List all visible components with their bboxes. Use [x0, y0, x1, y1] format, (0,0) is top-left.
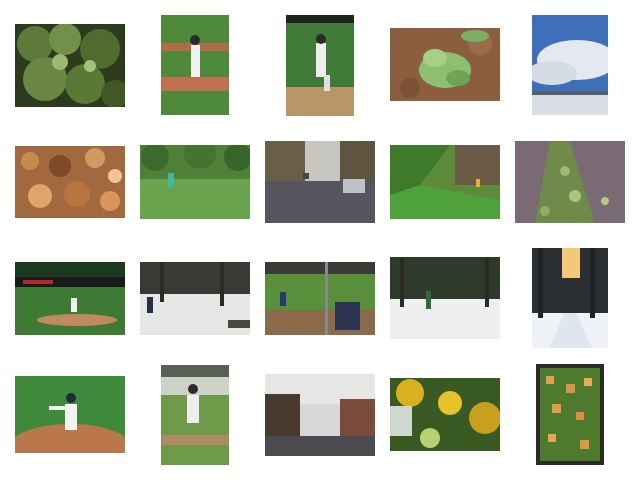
thumbnail-broccoli-closeup[interactable]: [15, 24, 125, 107]
thumbnail-pizza-closeup[interactable]: [15, 146, 125, 218]
thumbnail-cloudy-sky-over-snow[interactable]: [532, 15, 608, 115]
thumbnail-grassy-hillside[interactable]: [390, 145, 500, 219]
thumbnail-snowy-trees-walker[interactable]: [140, 262, 250, 335]
thumbnail-yellow-flowers-blur[interactable]: [390, 378, 500, 451]
thumbnail-tree-lined-street[interactable]: [265, 374, 375, 456]
thumbnail-street-with-cars[interactable]: [265, 141, 375, 223]
thumbnail-pizza-in-pan[interactable]: [536, 364, 604, 465]
thumbnail-pitcher-throwing[interactable]: [15, 376, 125, 453]
thumbnail-baseball-pitcher-on-mound[interactable]: [286, 15, 354, 116]
thumbnail-frisbee-player-in-park[interactable]: [140, 145, 250, 219]
thumbnail-snowy-forest-trail[interactable]: [532, 248, 608, 348]
thumbnail-skier-in-snowy-woods[interactable]: [390, 257, 500, 339]
thumbnail-baseball-player-standing[interactable]: [161, 15, 229, 115]
thumbnail-leaves-on-path[interactable]: [515, 141, 625, 223]
thumbnail-baseball-field-night[interactable]: [15, 262, 125, 335]
thumbnail-player-running-bases[interactable]: [161, 365, 229, 465]
thumbnail-leafy-plant-on-soil[interactable]: [390, 28, 500, 101]
thumbnail-baseball-behind-fence[interactable]: [265, 262, 375, 335]
